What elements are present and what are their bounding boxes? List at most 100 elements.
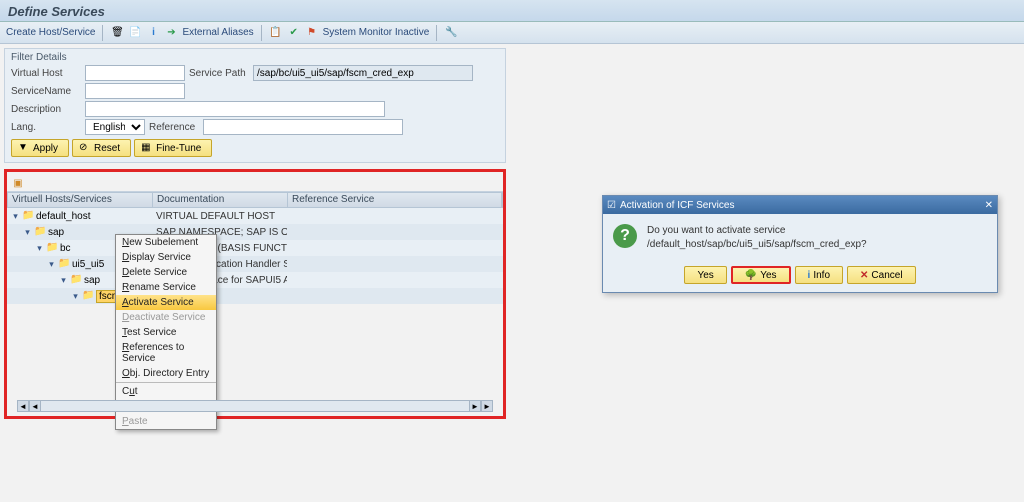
horizontal-scrollbar[interactable]: ◄ ◄ ► ► bbox=[17, 400, 493, 412]
tree-row[interactable]: ▾📁bcBASIS TREE (BASIS FUNCTIONS) bbox=[7, 240, 503, 256]
folder-icon: 📁 bbox=[22, 210, 34, 222]
service-path-input[interactable] bbox=[253, 65, 473, 81]
cancel-label: Cancel bbox=[871, 270, 902, 281]
description-input[interactable] bbox=[85, 101, 385, 117]
cancel-button[interactable]: ✕Cancel bbox=[847, 266, 916, 284]
reference-label: Reference bbox=[149, 122, 199, 133]
dialog-q2: /default_host/sap/bc/ui5_ui5/sap/fscm_cr… bbox=[647, 238, 867, 252]
yes-button-2[interactable]: 🌳Yes bbox=[731, 266, 791, 284]
folder-icon: 📁 bbox=[34, 226, 46, 238]
arrow-right-icon[interactable]: ➔ bbox=[164, 26, 178, 40]
col-hosts: Virtuell Hosts/Services bbox=[8, 193, 153, 207]
filter-panel: Filter Details Virtual Host Service Path… bbox=[4, 48, 506, 163]
tree-row[interactable]: ▾📁sapsap Namespace for SAPUI5 Applicatio… bbox=[7, 272, 503, 288]
ctx-item[interactable]: Display Service bbox=[116, 250, 216, 265]
reset-icon: ⊘ bbox=[79, 142, 91, 154]
expander-icon[interactable]: ▾ bbox=[11, 212, 20, 221]
expander-icon[interactable]: ▾ bbox=[35, 244, 44, 253]
node-label: bc bbox=[60, 243, 71, 254]
fine-tune-label: Fine-Tune bbox=[156, 143, 201, 154]
copy-icon[interactable]: 📋 bbox=[269, 26, 283, 40]
separator bbox=[102, 25, 103, 41]
node-label: ui5_ui5 bbox=[72, 259, 104, 270]
node-label: sap bbox=[48, 227, 64, 238]
folder-icon: 📁 bbox=[46, 242, 58, 254]
question-icon: ? bbox=[613, 224, 637, 248]
scroll-right-icon[interactable]: ► bbox=[469, 400, 481, 412]
system-monitor-button[interactable]: System Monitor Inactive bbox=[323, 27, 430, 38]
filter-title: Filter Details bbox=[7, 51, 503, 64]
tree-icon: 🌳 bbox=[745, 270, 757, 281]
check-icon[interactable]: ✔ bbox=[287, 26, 301, 40]
ctx-item[interactable]: Obj. Directory Entry bbox=[116, 366, 216, 381]
service-name-input[interactable] bbox=[85, 83, 185, 99]
tree-row[interactable]: ▾📁default_host VIRTUAL DEFAULT HOST bbox=[7, 208, 503, 224]
dialog-message: Do you want to activate service /default… bbox=[647, 224, 867, 252]
separator bbox=[261, 25, 262, 41]
tool-icon[interactable]: 🔧 bbox=[444, 26, 458, 40]
ctx-separator bbox=[116, 382, 216, 383]
lang-select[interactable]: English bbox=[85, 119, 145, 135]
yes-button-1[interactable]: Yes bbox=[684, 266, 726, 284]
fine-tune-button[interactable]: ▦Fine-Tune bbox=[134, 139, 212, 157]
node-doc: VIRTUAL DEFAULT HOST bbox=[152, 211, 287, 222]
info-icon: i bbox=[808, 270, 811, 281]
cancel-icon: ✕ bbox=[860, 270, 868, 281]
yes1-label: Yes bbox=[697, 270, 713, 281]
ctx-item[interactable]: References to Service bbox=[116, 340, 216, 366]
scroll-left-icon[interactable]: ◄ bbox=[17, 400, 29, 412]
separator bbox=[436, 25, 437, 41]
description-label: Description bbox=[11, 104, 81, 115]
ctx-item[interactable]: Activate Service bbox=[116, 295, 216, 310]
col-ref: Reference Service bbox=[288, 193, 502, 207]
expander-icon[interactable]: ▾ bbox=[23, 228, 32, 237]
ctx-item[interactable]: New Subelement bbox=[116, 235, 216, 250]
dialog-q1: Do you want to activate service bbox=[647, 224, 867, 238]
virtual-host-label: Virtual Host bbox=[11, 68, 81, 79]
info-label: Info bbox=[813, 270, 830, 281]
expander-icon[interactable]: ▾ bbox=[47, 260, 56, 269]
main-toolbar: Create Host/Service 🗑 📄 i ➔ External Ali… bbox=[0, 22, 1024, 44]
reset-button[interactable]: ⊘Reset bbox=[72, 139, 131, 157]
tree-row[interactable]: ▾📁sapSAP NAMESPACE; SAP IS OBLIGED NOT T… bbox=[7, 224, 503, 240]
service-path-label: Service Path bbox=[189, 68, 249, 79]
virtual-host-input[interactable] bbox=[85, 65, 185, 81]
tree-panel: ▣ Virtuell Hosts/Services Documentation … bbox=[4, 169, 506, 419]
ctx-item[interactable]: Rename Service bbox=[116, 280, 216, 295]
col-doc: Documentation bbox=[153, 193, 288, 207]
info-button[interactable]: iInfo bbox=[795, 266, 843, 284]
dialog-title-text: Activation of ICF Services bbox=[620, 200, 734, 211]
tree-row[interactable]: ▾📁fscm_credosure bbox=[7, 288, 503, 304]
folder-icon: 📁 bbox=[58, 258, 70, 270]
folder-icon: 📁 bbox=[70, 274, 82, 286]
apply-label: Apply bbox=[33, 143, 58, 154]
ctx-item[interactable]: Cut bbox=[116, 384, 216, 399]
flag-icon[interactable]: ⚑ bbox=[305, 26, 319, 40]
node-label: default_host bbox=[36, 211, 91, 222]
dialog-titlebar: ☑ Activation of ICF Services ✕ bbox=[603, 196, 997, 214]
scroll-right2-icon[interactable]: ► bbox=[481, 400, 493, 412]
close-icon[interactable]: ✕ bbox=[985, 200, 993, 211]
tree-toolbar: ▣ bbox=[7, 174, 503, 192]
folder-icon: 📁 bbox=[82, 290, 94, 302]
trash-icon[interactable]: 🗑 bbox=[110, 26, 124, 40]
ctx-item: Deactivate Service bbox=[116, 310, 216, 325]
filter-icon: ▼ bbox=[18, 142, 30, 154]
expander-icon[interactable]: ▾ bbox=[59, 276, 68, 285]
node-label: sap bbox=[84, 275, 100, 286]
reference-input[interactable] bbox=[203, 119, 403, 135]
tree-header: Virtuell Hosts/Services Documentation Re… bbox=[7, 192, 503, 208]
scroll-left2-icon[interactable]: ◄ bbox=[29, 400, 41, 412]
tree-row[interactable]: ▾📁ui5_ui5SAPUI5 Application Handler SAPU… bbox=[7, 256, 503, 272]
ctx-item[interactable]: Test Service bbox=[116, 325, 216, 340]
scroll-track[interactable] bbox=[41, 400, 469, 412]
doc-icon[interactable]: 📄 bbox=[128, 26, 142, 40]
apply-button[interactable]: ▼Apply bbox=[11, 139, 69, 157]
hierarchy-icon[interactable]: ▣ bbox=[11, 176, 25, 190]
ctx-item[interactable]: Delete Service bbox=[116, 265, 216, 280]
expander-icon[interactable]: ▾ bbox=[71, 292, 80, 301]
create-host-button[interactable]: Create Host/Service bbox=[6, 27, 95, 38]
external-aliases-button[interactable]: External Aliases bbox=[182, 27, 253, 38]
ctx-item: Paste bbox=[116, 414, 216, 429]
info-icon[interactable]: i bbox=[146, 26, 160, 40]
